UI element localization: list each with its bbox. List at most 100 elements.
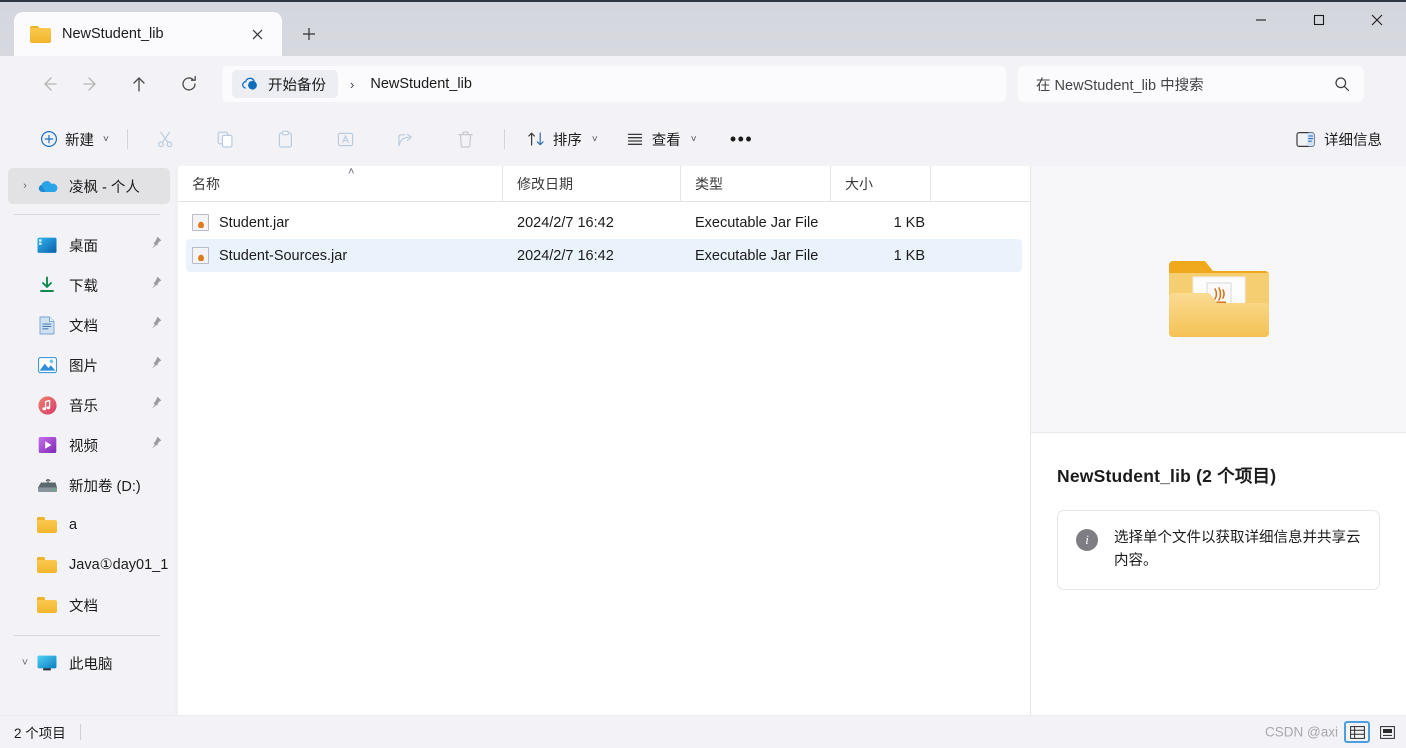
details-info-text: 选择单个文件以获取详细信息并共享云内容。	[1114, 530, 1361, 570]
sidebar-item-label: a	[69, 517, 78, 533]
sidebar-item-this-pc[interactable]: ˅ 此电脑	[8, 646, 170, 680]
rename-button[interactable]	[326, 122, 366, 156]
column-header-type[interactable]: 类型	[681, 165, 831, 202]
sidebar-item-label: 此电脑	[69, 656, 113, 673]
details-pane-button[interactable]: 详细信息	[1286, 122, 1392, 156]
documents-glyph	[39, 316, 55, 334]
folder-icon	[30, 25, 51, 43]
desktop-glyph	[37, 237, 57, 253]
column-header-name[interactable]: 名称 ˄	[178, 165, 503, 202]
file-size-cell: 1 KB	[893, 214, 925, 231]
pin-icon[interactable]	[150, 396, 162, 414]
pin-icon[interactable]	[150, 316, 162, 334]
pin-glyph	[152, 356, 162, 369]
sidebar-item-downloads[interactable]: 下载	[8, 265, 170, 305]
chevron-right-icon[interactable]: ›	[14, 180, 36, 192]
sidebar-item-folder-java-day01[interactable]: Java①day01_1	[8, 545, 170, 585]
sidebar-divider-2	[14, 635, 160, 636]
paste-button[interactable]	[266, 122, 306, 156]
cut-button[interactable]	[146, 122, 186, 156]
sidebar-item-folder-a[interactable]: a	[8, 505, 170, 545]
refresh-button[interactable]	[170, 65, 208, 103]
documents-icon	[36, 315, 58, 335]
status-bar: 2 个项目 CSDN @axi	[0, 715, 1406, 748]
table-row[interactable]: Student.jar 2024/2/7 16:42 Executable Ja…	[186, 206, 1022, 239]
large-icons-view-button[interactable]	[1374, 721, 1400, 743]
toolbar-divider-2	[503, 129, 505, 149]
details-pane-label: 详细信息	[1324, 132, 1382, 149]
big-folder-glyph	[1168, 261, 1269, 337]
command-bar: 新建 ˅ 排序 ˅ 查看 ˅ ••• 详细信息	[0, 112, 1406, 166]
sidebar-item-documents[interactable]: 文档	[8, 305, 170, 345]
sidebar-item-music[interactable]: 音乐	[8, 385, 170, 425]
plus-circle-icon	[40, 130, 58, 148]
view-button[interactable]: 查看 ˅	[618, 122, 705, 156]
sidebar-item-onedrive[interactable]: › 凌枫 - 个人	[8, 168, 170, 204]
maximize-button[interactable]	[1290, 0, 1348, 40]
tab-newstudent-lib[interactable]: NewStudent_lib	[14, 12, 282, 56]
close-icon[interactable]	[242, 19, 272, 49]
breadcrumb-root[interactable]: 开始备份	[232, 70, 338, 98]
item-count-label: 2 个项目	[14, 726, 66, 741]
pin-icon[interactable]	[150, 356, 162, 374]
title-bar: NewStudent_lib	[0, 0, 1406, 56]
sidebar-item-label: 下载	[69, 278, 98, 295]
sidebar-item-folder-documents[interactable]: 文档	[8, 585, 170, 625]
videos-glyph	[38, 437, 56, 453]
pin-icon[interactable]	[150, 236, 162, 254]
refresh-icon	[182, 75, 196, 91]
folder-with-java-file-icon	[1165, 251, 1273, 347]
tab-label: NewStudent_lib	[62, 26, 164, 42]
rename-icon	[338, 132, 354, 146]
forward-button[interactable]	[72, 65, 110, 103]
breadcrumb-current[interactable]: NewStudent_lib	[366, 76, 476, 92]
sort-icon	[528, 132, 544, 146]
address-bar[interactable]: 开始备份 › NewStudent_lib	[222, 66, 1006, 102]
new-tab-button[interactable]	[292, 17, 326, 51]
search-box[interactable]: 在 NewStudent_lib 中搜索	[1018, 66, 1364, 102]
music-glyph	[38, 396, 56, 414]
drive-icon	[36, 475, 58, 495]
back-button[interactable]	[30, 65, 68, 103]
minimize-button[interactable]	[1232, 0, 1290, 40]
this-pc-glyph	[37, 655, 57, 671]
column-header-size[interactable]: 大小	[831, 165, 931, 202]
more-options-button[interactable]: •••	[723, 122, 761, 156]
file-list-pane: 名称 ˄ 修改日期 类型 大小 Student.jar 2024/2/7 16:…	[178, 165, 1030, 715]
pin-icon[interactable]	[150, 436, 162, 454]
onedrive-icon	[36, 176, 58, 196]
pin-glyph	[152, 276, 162, 289]
close-button[interactable]	[1348, 0, 1406, 40]
details-pane-icon	[1296, 131, 1315, 147]
column-header-date[interactable]: 修改日期	[503, 165, 681, 202]
delete-button[interactable]	[446, 122, 486, 156]
file-type-cell: Executable Jar File	[695, 247, 819, 264]
up-button[interactable]	[120, 65, 158, 103]
close-glyph	[252, 29, 262, 39]
details-pane: NewStudent_lib (2 个项目) i 选择单个文件以获取详细信息并共…	[1030, 166, 1406, 715]
downloads-icon	[36, 275, 58, 295]
sort-button-label: 排序	[552, 132, 582, 149]
column-header-date-label: 修改日期	[517, 175, 573, 192]
view-button-label: 查看	[651, 132, 681, 149]
sidebar-item-pictures[interactable]: 图片	[8, 345, 170, 385]
sidebar-item-videos[interactable]: 视频	[8, 425, 170, 465]
maximize-icon	[1313, 14, 1325, 26]
desktop-icon	[36, 235, 58, 255]
sidebar-quick-access-list: 桌面 下载 文档 图片 音乐 视频 新加卷 (D:) a Java①day01_…	[0, 225, 178, 625]
copy-button[interactable]	[206, 122, 246, 156]
chevron-down-icon[interactable]: ˅	[14, 657, 36, 669]
scissors-icon	[158, 131, 173, 147]
file-rows: Student.jar 2024/2/7 16:42 Executable Ja…	[178, 202, 1030, 715]
sidebar-item-drive-d[interactable]: 新加卷 (D:)	[8, 465, 170, 505]
details-view-button[interactable]	[1344, 721, 1370, 743]
share-button[interactable]	[386, 122, 426, 156]
sidebar-divider	[14, 214, 160, 215]
sidebar-item-desktop[interactable]: 桌面	[8, 225, 170, 265]
sort-button[interactable]: 排序 ˅	[519, 122, 606, 156]
table-row[interactable]: Student-Sources.jar 2024/2/7 16:42 Execu…	[186, 239, 1022, 272]
jar-file-icon	[192, 214, 209, 231]
details-body: NewStudent_lib (2 个项目) i 选择单个文件以获取详细信息并共…	[1031, 433, 1406, 591]
new-button[interactable]: 新建 ˅	[32, 122, 119, 156]
pin-icon[interactable]	[150, 276, 162, 294]
